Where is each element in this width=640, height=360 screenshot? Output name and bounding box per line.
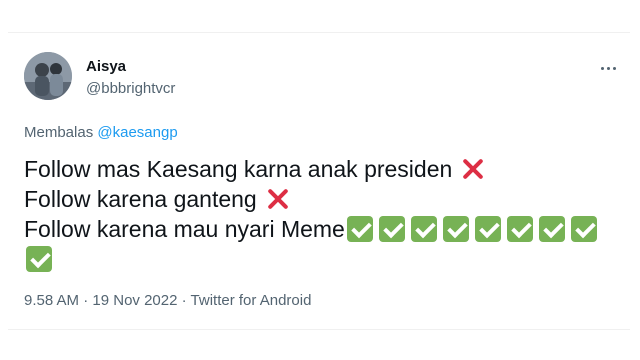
meta-separator: ·: [181, 292, 187, 309]
cross-mark-icon: [267, 188, 289, 210]
tweet-source[interactable]: Twitter for Android: [191, 292, 312, 309]
tweet-line-1: Follow mas Kaesang karna anak presiden: [24, 154, 624, 184]
tweet-text: Follow mas Kaesang karna anak presiden F…: [24, 154, 624, 274]
ellipsis-icon: [606, 66, 610, 70]
profile-photo-icon: [24, 52, 72, 100]
tweet-line-4: [24, 244, 624, 274]
ellipsis-icon: [600, 66, 604, 70]
check-marks-row: [346, 216, 597, 242]
check-mark-icon: [378, 216, 405, 242]
check-mark-icon: [570, 216, 597, 242]
tweet-metadata: 9.58 AM · 19 Nov 2022 · Twitter for Andr…: [24, 292, 311, 310]
display-name[interactable]: Aisya: [86, 58, 126, 76]
check-mark-icon: [506, 216, 533, 242]
ellipsis-icon: [612, 66, 616, 70]
cross-mark-icon: [462, 158, 484, 180]
reply-mention-link[interactable]: @kaesangp: [97, 124, 177, 141]
check-mark-icon: [346, 216, 373, 242]
meta-separator: ·: [83, 292, 89, 309]
check-mark-icon: [26, 246, 52, 272]
avatar[interactable]: [24, 52, 72, 100]
check-mark-icon: [538, 216, 565, 242]
user-handle[interactable]: @bbbrightvcr: [86, 80, 175, 98]
check-marks-row: [26, 246, 52, 272]
reply-prefix: Membalas: [24, 124, 94, 141]
tweet-date[interactable]: 19 Nov 2022: [92, 292, 177, 309]
check-mark-icon: [442, 216, 469, 242]
tweet-line-2: Follow karena ganteng: [24, 184, 624, 214]
tweet-line-3: Follow karena mau nyari Meme: [24, 214, 624, 244]
reply-context: Membalas @kaesangp: [24, 124, 178, 142]
tweet-line-text: Follow karena ganteng: [24, 186, 257, 212]
tweet-time[interactable]: 9.58 AM: [24, 292, 79, 309]
check-mark-icon: [474, 216, 501, 242]
tweet-line-text: Follow mas Kaesang karna anak presiden: [24, 156, 453, 182]
check-mark-icon: [410, 216, 437, 242]
tweet-line-text: Follow karena mau nyari Meme: [24, 216, 345, 242]
more-options-button[interactable]: [596, 60, 620, 76]
